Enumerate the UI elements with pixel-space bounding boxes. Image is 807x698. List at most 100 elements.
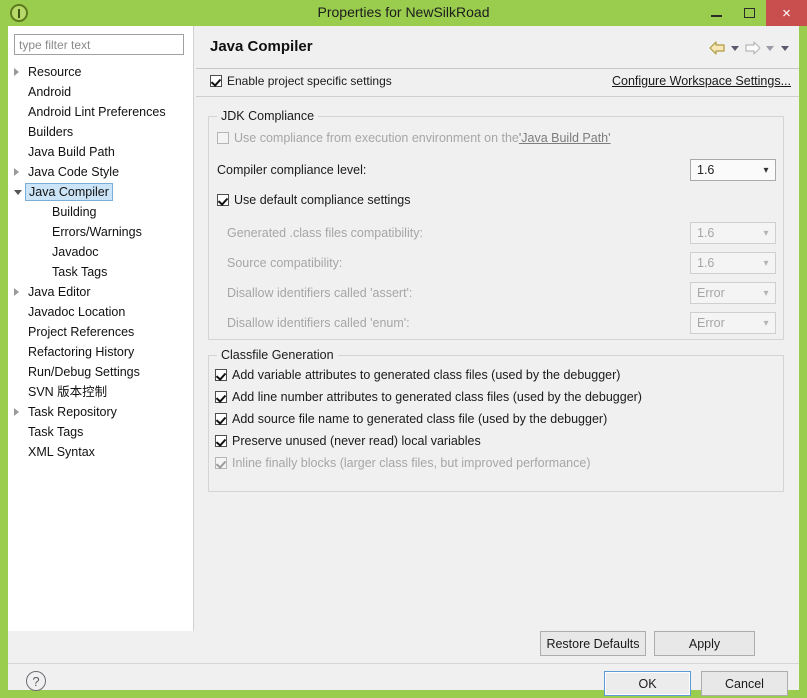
tree-item-task-tags[interactable]: Task Tags bbox=[8, 422, 193, 442]
tree-item-label: Javadoc bbox=[52, 245, 99, 259]
chevron-collapsed-icon[interactable] bbox=[14, 68, 19, 76]
chevron-collapsed-icon[interactable] bbox=[14, 168, 19, 176]
enable-project-specific-row[interactable]: Enable project specific settings bbox=[210, 74, 392, 88]
tree-item-building[interactable]: Building bbox=[8, 202, 193, 222]
classfile-option-row[interactable]: Add source file name to generated class … bbox=[215, 412, 607, 426]
tree-item-label: Task Tags bbox=[28, 425, 84, 439]
tree-item-label: Builders bbox=[28, 125, 74, 139]
page-title: Java Compiler bbox=[210, 38, 313, 55]
minimize-button[interactable] bbox=[700, 0, 733, 26]
classfile-option-checkbox[interactable] bbox=[215, 413, 227, 425]
classfile-option-label: Add source file name to generated class … bbox=[232, 412, 608, 426]
tree-item-android-lint-preferences[interactable]: Android Lint Preferences bbox=[8, 102, 193, 122]
forward-history-caret-icon bbox=[766, 45, 774, 51]
classfile-option-row[interactable]: Add line number attributes to generated … bbox=[215, 390, 642, 404]
use-default-compliance-checkbox[interactable] bbox=[217, 194, 229, 206]
cancel-button[interactable]: Cancel bbox=[701, 671, 788, 696]
compliance-level-label: Compiler compliance level: bbox=[217, 163, 367, 177]
compliance-level-value: 1.6 bbox=[697, 163, 715, 177]
source-compatibility-value: 1.6 bbox=[697, 256, 715, 270]
forward-icon bbox=[744, 41, 761, 55]
configure-workspace-settings-link[interactable]: Configure Workspace Settings... bbox=[612, 74, 791, 88]
tree-item-javadoc[interactable]: Javadoc bbox=[8, 242, 193, 262]
disallow-enum-combo: Error ▾ bbox=[690, 312, 776, 334]
close-button[interactable]: × bbox=[766, 0, 807, 26]
minimize-icon bbox=[711, 15, 722, 17]
chevron-down-icon: ▾ bbox=[763, 317, 769, 329]
tree-item-refactoring-history[interactable]: Refactoring History bbox=[8, 342, 193, 362]
classfile-option-row[interactable]: Add variable attributes to generated cla… bbox=[215, 368, 620, 382]
maximize-icon bbox=[744, 8, 755, 18]
restore-defaults-button[interactable]: Restore Defaults bbox=[540, 631, 646, 656]
classfile-option-label: Add line number attributes to generated … bbox=[232, 390, 642, 404]
java-compiler-page: Java Compiler Enable project specific se… bbox=[196, 26, 799, 631]
tree-item-builders[interactable]: Builders bbox=[8, 122, 193, 142]
chevron-down-icon: ▾ bbox=[763, 257, 769, 269]
window-title: Properties for NewSilkRoad bbox=[317, 4, 490, 20]
maximize-button[interactable] bbox=[733, 0, 766, 26]
classfile-option-checkbox[interactable] bbox=[215, 391, 227, 403]
tree-item-label: Project References bbox=[28, 325, 135, 339]
eclipse-icon bbox=[10, 4, 28, 22]
classfile-option-checkbox bbox=[215, 457, 227, 469]
tree-item-label: Run/Debug Settings bbox=[28, 365, 140, 379]
tree-item-java-build-path[interactable]: Java Build Path bbox=[8, 142, 193, 162]
ok-button[interactable]: OK bbox=[604, 671, 691, 696]
enable-project-specific-label: Enable project specific settings bbox=[227, 74, 392, 88]
classfile-option-checkbox[interactable] bbox=[215, 369, 227, 381]
classfile-option-row[interactable]: Preserve unused (never read) local varia… bbox=[215, 434, 481, 448]
tree-item-task-repository[interactable]: Task Repository bbox=[8, 402, 193, 422]
tree-item-label: Java Build Path bbox=[28, 145, 115, 159]
help-icon[interactable]: ? bbox=[26, 671, 46, 691]
enable-row-divider bbox=[196, 96, 799, 97]
classfile-option-label: Preserve unused (never read) local varia… bbox=[232, 434, 481, 448]
tree-item-task-tags[interactable]: Task Tags bbox=[8, 262, 193, 282]
enable-project-specific-checkbox[interactable] bbox=[210, 75, 222, 87]
disallow-assert-value: Error bbox=[697, 286, 725, 300]
tree-item-errors-warnings[interactable]: Errors/Warnings bbox=[8, 222, 193, 242]
title-bar: Properties for NewSilkRoad × bbox=[0, 0, 807, 26]
tree-item-label: XML Syntax bbox=[28, 445, 95, 459]
dialog-button-bar: Restore Defaults Apply ? OK Cancel bbox=[8, 631, 799, 696]
tree-item-label: SVN 版本控制 bbox=[28, 385, 108, 399]
use-execution-environment-label: Use compliance from execution environmen… bbox=[234, 131, 519, 145]
source-compatibility-label: Source compatibility: bbox=[227, 256, 343, 270]
java-build-path-link[interactable]: 'Java Build Path' bbox=[519, 131, 611, 145]
tree-item-resource[interactable]: Resource bbox=[8, 62, 193, 82]
tree-item-java-compiler[interactable]: Java Compiler bbox=[8, 182, 193, 202]
disallow-assert-combo: Error ▾ bbox=[690, 282, 776, 304]
tree-item-label: Android bbox=[28, 85, 72, 99]
chevron-collapsed-icon[interactable] bbox=[14, 288, 19, 296]
compliance-level-combo[interactable]: 1.6 ▾ bbox=[690, 159, 776, 181]
chevron-down-icon: ▾ bbox=[763, 227, 769, 239]
tree-item-android[interactable]: Android bbox=[8, 82, 193, 102]
use-default-compliance-row[interactable]: Use default compliance settings bbox=[217, 193, 410, 207]
tree-item-svn[interactable]: SVN 版本控制 bbox=[8, 382, 193, 402]
apply-button[interactable]: Apply bbox=[654, 631, 755, 656]
chevron-collapsed-icon[interactable] bbox=[14, 408, 19, 416]
disallow-assert-label: Disallow identifiers called 'assert': bbox=[227, 286, 413, 300]
tree-item-run-debug-settings[interactable]: Run/Debug Settings bbox=[8, 362, 193, 382]
tree-item-java-code-style[interactable]: Java Code Style bbox=[8, 162, 193, 182]
dialog-client-area: Resource Android Android Lint Preferences B… bbox=[8, 26, 799, 696]
tree-item-label: Java Editor bbox=[28, 285, 91, 299]
tree-item-project-references[interactable]: Project References bbox=[8, 322, 193, 342]
configure-workspace-settings-link-wrap[interactable]: Configure Workspace Settings... bbox=[612, 74, 791, 88]
generated-class-label-row: Generated .class files compatibility: bbox=[227, 226, 423, 240]
filter-input[interactable] bbox=[14, 34, 184, 55]
chevron-down-icon[interactable]: ▾ bbox=[757, 165, 775, 176]
chevron-down-icon: ▾ bbox=[763, 287, 769, 299]
settings-tree[interactable]: Resource Android Android Lint Preferences B… bbox=[8, 62, 193, 631]
tree-item-label: Javadoc Location bbox=[28, 305, 126, 319]
tree-item-javadoc-location[interactable]: Javadoc Location bbox=[8, 302, 193, 322]
classfile-option-label: Inline finally blocks (larger class file… bbox=[232, 456, 591, 470]
tree-item-xml-syntax[interactable]: XML Syntax bbox=[8, 442, 193, 462]
classfile-option-label: Add variable attributes to generated cla… bbox=[232, 368, 621, 382]
tree-item-java-editor[interactable]: Java Editor bbox=[8, 282, 193, 302]
tree-item-label: Task Repository bbox=[28, 405, 117, 419]
chevron-expanded-icon[interactable] bbox=[14, 190, 22, 195]
classfile-option-checkbox[interactable] bbox=[215, 435, 227, 447]
view-menu-caret-icon[interactable] bbox=[781, 45, 789, 51]
back-history-caret-icon[interactable] bbox=[731, 45, 739, 51]
back-icon[interactable] bbox=[709, 41, 726, 55]
